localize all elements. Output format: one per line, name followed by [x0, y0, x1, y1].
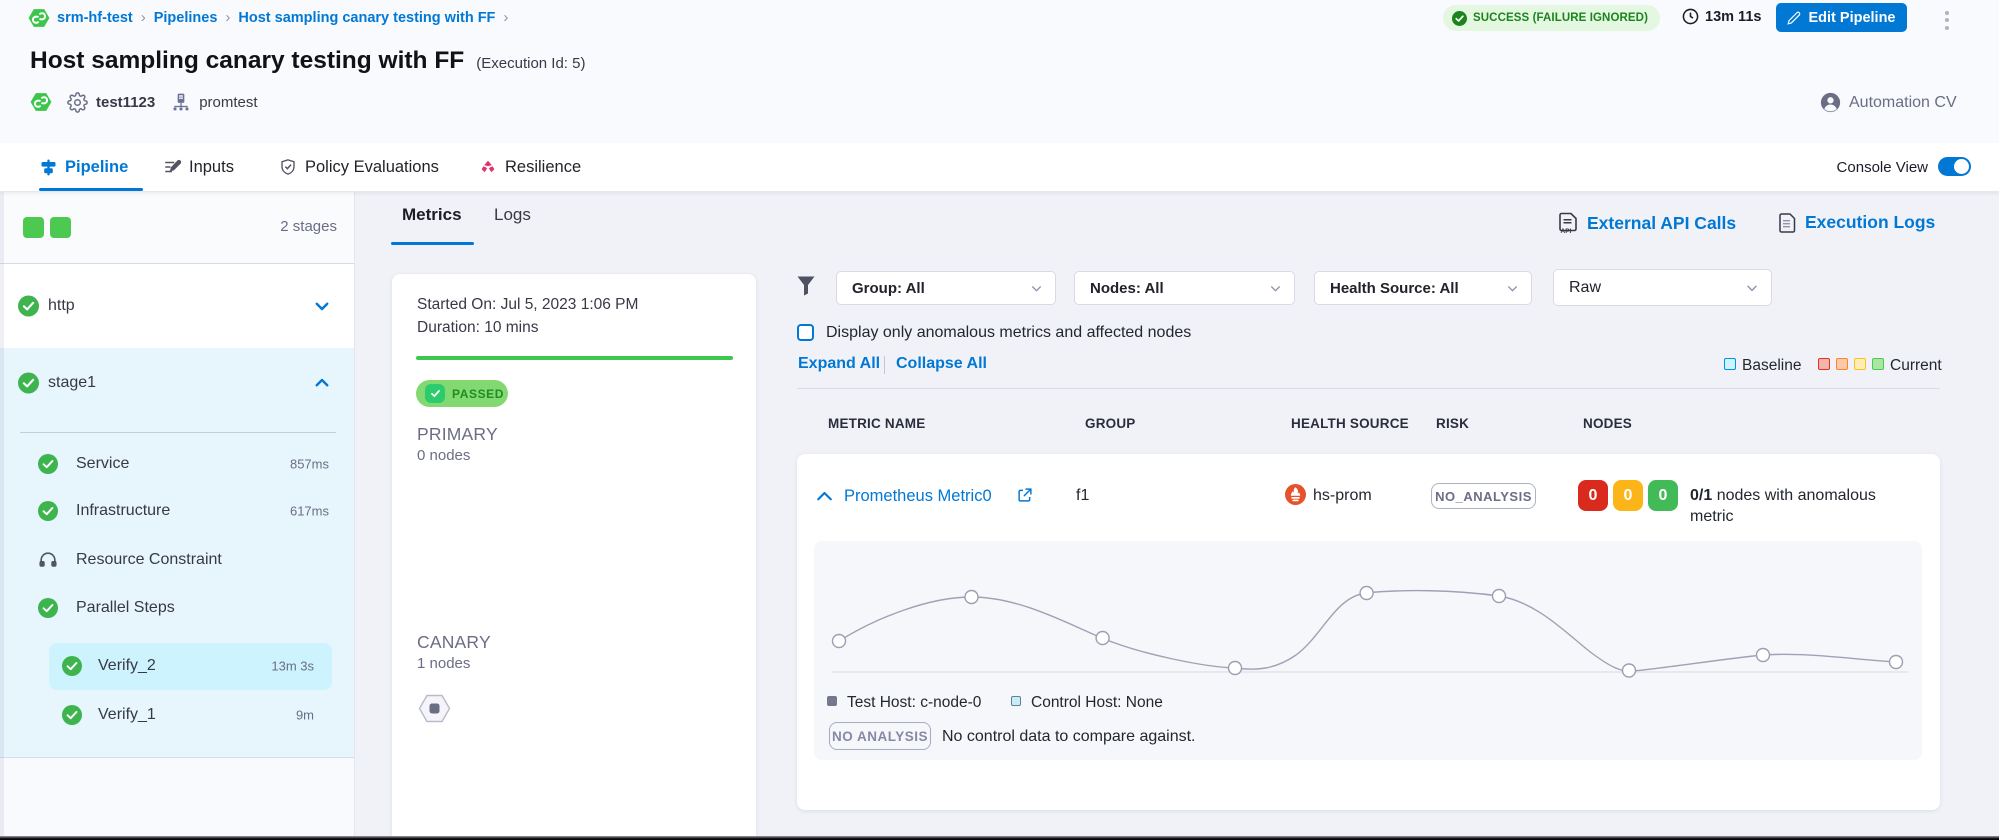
svg-text:API: API	[1561, 228, 1572, 234]
